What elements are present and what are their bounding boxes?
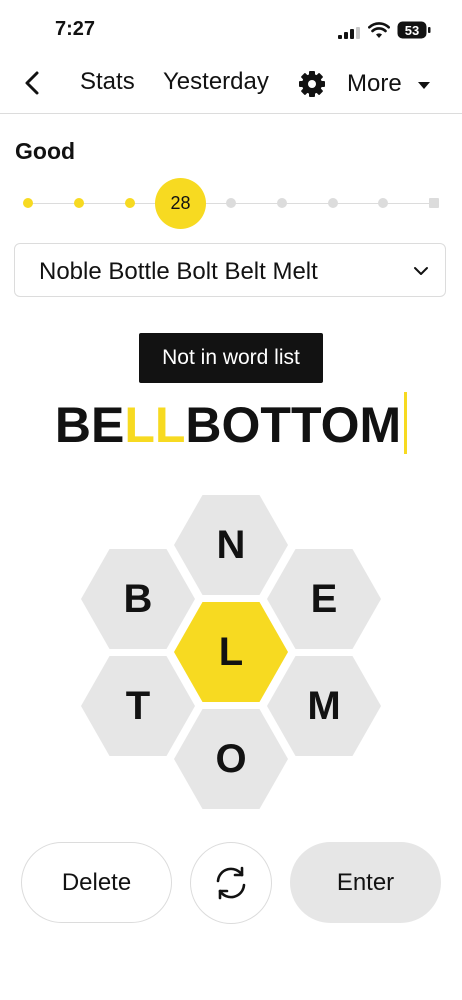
hive-letter-top: N bbox=[217, 523, 246, 567]
hive-cell-center[interactable]: L bbox=[174, 602, 288, 702]
hive-cell-upper-right[interactable]: E bbox=[267, 549, 381, 649]
hive-letter-upper-left: B bbox=[124, 577, 153, 621]
hive-cell-lower-right[interactable]: M bbox=[267, 656, 381, 756]
hive-letter-upper-right: E bbox=[311, 577, 338, 621]
hive-letter-center: L bbox=[219, 630, 243, 674]
hive-letter-lower-left: T bbox=[126, 684, 150, 728]
hive-cell-bottom[interactable]: O bbox=[174, 709, 288, 809]
hive: N B E L T M O bbox=[81, 495, 381, 809]
shuffle-button[interactable] bbox=[190, 842, 272, 924]
hive-letter-bottom: O bbox=[215, 737, 246, 781]
shuffle-icon bbox=[216, 866, 246, 900]
delete-button[interactable]: Delete bbox=[21, 842, 172, 923]
hive-cell-lower-left[interactable]: T bbox=[81, 656, 195, 756]
enter-button[interactable]: Enter bbox=[290, 842, 441, 923]
hive-letter-lower-right: M bbox=[307, 684, 340, 728]
hive-cell-upper-left[interactable]: B bbox=[81, 549, 195, 649]
hive-cell-top[interactable]: N bbox=[174, 495, 288, 595]
